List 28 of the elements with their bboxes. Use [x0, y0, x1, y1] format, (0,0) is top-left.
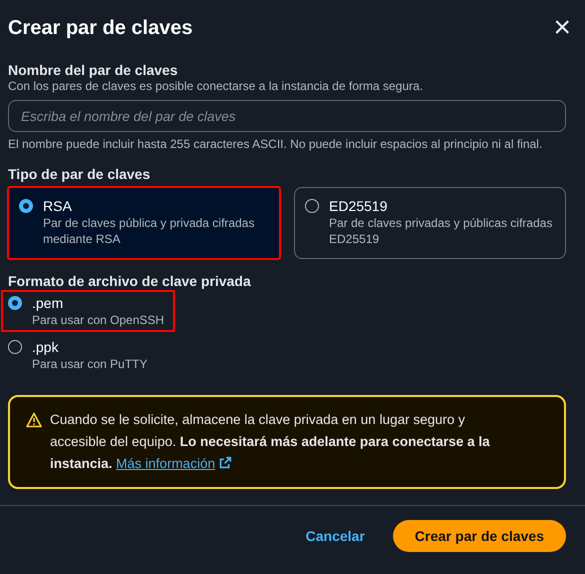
option-description: Para usar con OpenSSH — [32, 312, 164, 328]
learn-more-link[interactable]: Más información — [116, 456, 232, 471]
dialog-title: Crear par de claves — [8, 16, 193, 40]
option-card[interactable]: RSA Par de claves pública y privada cifradas mediante RSA — [8, 187, 280, 259]
option-description: Par de claves pública y privada cifradas mediante RSA — [43, 215, 256, 247]
field-label: Nombre del par de claves — [8, 62, 179, 78]
create-button[interactable]: Crear par de claves — [392, 520, 566, 552]
radio-button[interactable] — [19, 199, 33, 213]
field-label: Tipo de par de claves — [8, 166, 152, 182]
option-description: Par de claves privadas y públicas cifradas ED25519 — [329, 215, 554, 247]
option-label: .pem — [32, 294, 64, 312]
option-card[interactable]: ED25519 Par de claves privadas y públicas cifradas ED25519 — [294, 187, 566, 259]
external-link-icon — [219, 456, 232, 469]
radio-button[interactable] — [8, 340, 22, 354]
option-label: RSA — [43, 197, 73, 215]
field-description: Con los pares de claves es posible conectarse a la instancia de forma segura. — [8, 78, 424, 94]
field-hint: El nombre puede incluir hasta 255 caracteres ASCII. No puede incluir espacios al principio ni al final. — [8, 136, 544, 152]
warning-icon — [26, 412, 42, 428]
option-label: ED25519 — [329, 197, 388, 215]
radio-button[interactable] — [305, 199, 319, 213]
input-field[interactable]: Escriba el nombre del par de claves — [8, 100, 566, 132]
cancel-button[interactable]: Cancelar — [306, 528, 365, 544]
radio-button[interactable] — [8, 296, 22, 310]
option-label: .ppk — [32, 338, 60, 356]
field-label: Formato de archivo de clave privada — [8, 273, 252, 289]
alert-message: Cuando se le solicite, almacene la clave privada en un lugar seguro y accesible del equipo. Lo necesitará más adelante para conectarse a la instancia. Más información — [50, 411, 491, 473]
close-button[interactable]: × — [553, 13, 571, 43]
option-description: Para usar con PuTTY — [32, 356, 148, 372]
